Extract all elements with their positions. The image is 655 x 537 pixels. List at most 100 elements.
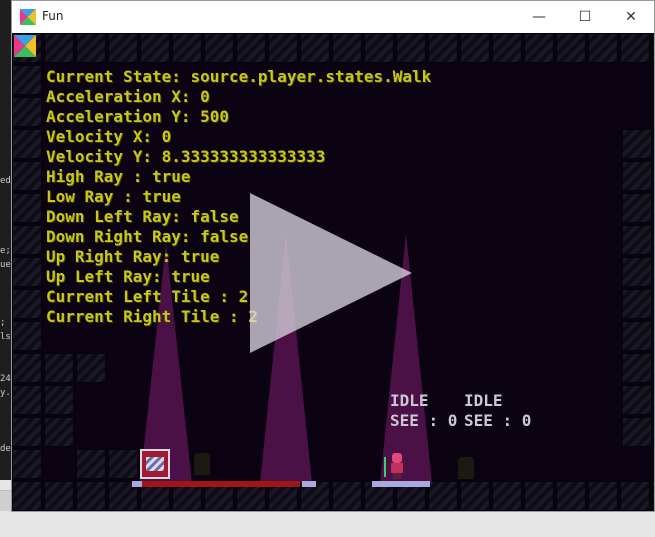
wall-tile	[12, 225, 42, 255]
wall-tile	[492, 33, 522, 63]
wall-tile	[492, 481, 522, 511]
minimize-button[interactable]: —	[516, 1, 562, 33]
wall-tile	[622, 161, 652, 191]
wall-tile	[12, 129, 42, 159]
editor-fragment: de	[0, 444, 11, 454]
window-title: Fun	[42, 9, 64, 23]
wall-tile	[12, 65, 42, 95]
hud-velocity-x: Velocity X: 0	[46, 127, 172, 146]
maximize-button[interactable]: ☐	[562, 1, 608, 33]
wall-tile	[12, 161, 42, 191]
wall-tile	[44, 417, 74, 447]
editor-fragment: e;	[0, 246, 11, 256]
wall-tile	[524, 481, 554, 511]
editor-fragment: 24	[0, 374, 11, 384]
wall-tile	[622, 225, 652, 255]
wall-tile	[12, 417, 42, 447]
wall-tile	[76, 353, 106, 383]
floor-strip	[140, 481, 300, 487]
editor-fragment: ;	[0, 318, 6, 328]
hud-velocity-y: Velocity Y: 8.333333333333333	[46, 147, 326, 166]
wall-tile	[428, 481, 458, 511]
npc-see-label: SEE : 0	[390, 411, 458, 430]
play-icon[interactable]	[250, 193, 412, 353]
npc-state-label: IDLE	[390, 391, 429, 410]
wall-tile	[652, 481, 654, 511]
wall-tile	[622, 417, 652, 447]
player-sprite	[384, 453, 404, 479]
title-bar[interactable]: Fun — ☐ ✕	[12, 1, 654, 33]
hud-current-state: Current State: source.player.states.Walk	[46, 67, 432, 86]
hud-acceleration-x: Acceleration X: 0	[46, 87, 210, 106]
minimize-icon: —	[532, 9, 546, 25]
npc-state-label: IDLE	[464, 391, 503, 410]
wall-tile	[172, 33, 202, 63]
wall-tile	[622, 353, 652, 383]
wall-tile	[108, 449, 138, 479]
npc-status: IDLE SEE : 0	[390, 391, 457, 431]
wall-tile	[460, 481, 490, 511]
wall-tile	[364, 33, 394, 63]
npc-see-label: SEE : 0	[464, 411, 532, 430]
wall-tile	[622, 289, 652, 319]
wall-tile	[524, 33, 554, 63]
wall-tile	[622, 129, 652, 159]
wall-tile	[236, 33, 266, 63]
wall-tile	[12, 385, 42, 415]
floor-strip	[302, 481, 316, 487]
npc-sprite	[458, 457, 474, 479]
wall-tile	[76, 481, 106, 511]
wall-tile	[428, 33, 458, 63]
editor-fragment: ue	[0, 260, 11, 270]
hud-acceleration-y: Acceleration Y: 500	[46, 107, 230, 126]
wall-tile	[44, 353, 74, 383]
wall-tile	[332, 33, 362, 63]
floor-strip	[132, 481, 142, 487]
wall-tile	[622, 385, 652, 415]
crate-block	[140, 449, 170, 479]
wall-tile	[556, 481, 586, 511]
wall-tile	[620, 33, 650, 63]
wall-tile	[460, 33, 490, 63]
game-window: Fun — ☐ ✕ IDLE SEE : 0 IDLE SEE : 0 Curr…	[11, 0, 655, 512]
wall-tile	[12, 353, 42, 383]
wall-tile	[12, 321, 42, 351]
editor-fragment: ed	[0, 176, 11, 186]
wall-tile	[76, 449, 106, 479]
floor-strip	[372, 481, 430, 487]
wall-tile	[12, 193, 42, 223]
wall-tile	[620, 481, 650, 511]
wall-tile	[622, 193, 652, 223]
wall-tile	[12, 289, 42, 319]
wall-tile	[588, 33, 618, 63]
wall-tile	[652, 33, 654, 63]
wall-tile	[44, 481, 74, 511]
wall-tile	[588, 481, 618, 511]
wall-tile	[622, 257, 652, 287]
wall-tile	[332, 481, 362, 511]
close-button[interactable]: ✕	[608, 1, 654, 33]
editor-fragment: ls	[0, 332, 11, 342]
maximize-icon: ☐	[578, 9, 592, 25]
wall-tile	[12, 449, 42, 479]
npc-status: IDLE SEE : 0	[464, 391, 531, 431]
wall-tile	[12, 97, 42, 127]
wall-tile	[396, 33, 426, 63]
wall-tile	[268, 33, 298, 63]
corner-logo-icon	[14, 35, 36, 57]
wall-tile	[76, 33, 106, 63]
wall-tile	[12, 257, 42, 287]
wall-tile	[12, 481, 42, 511]
wall-tile	[204, 33, 234, 63]
wall-tile	[140, 33, 170, 63]
app-logo-icon	[20, 9, 36, 25]
wall-tile	[556, 33, 586, 63]
wall-tile	[300, 33, 330, 63]
wall-tile	[44, 33, 74, 63]
game-canvas[interactable]: IDLE SEE : 0 IDLE SEE : 0 Current State:…	[12, 33, 654, 511]
npc-sprite	[194, 453, 210, 475]
editor-fragment: y.	[0, 388, 11, 398]
wall-tile	[108, 33, 138, 63]
hud-high-ray: High Ray : true	[46, 167, 191, 186]
wall-tile	[622, 321, 652, 351]
